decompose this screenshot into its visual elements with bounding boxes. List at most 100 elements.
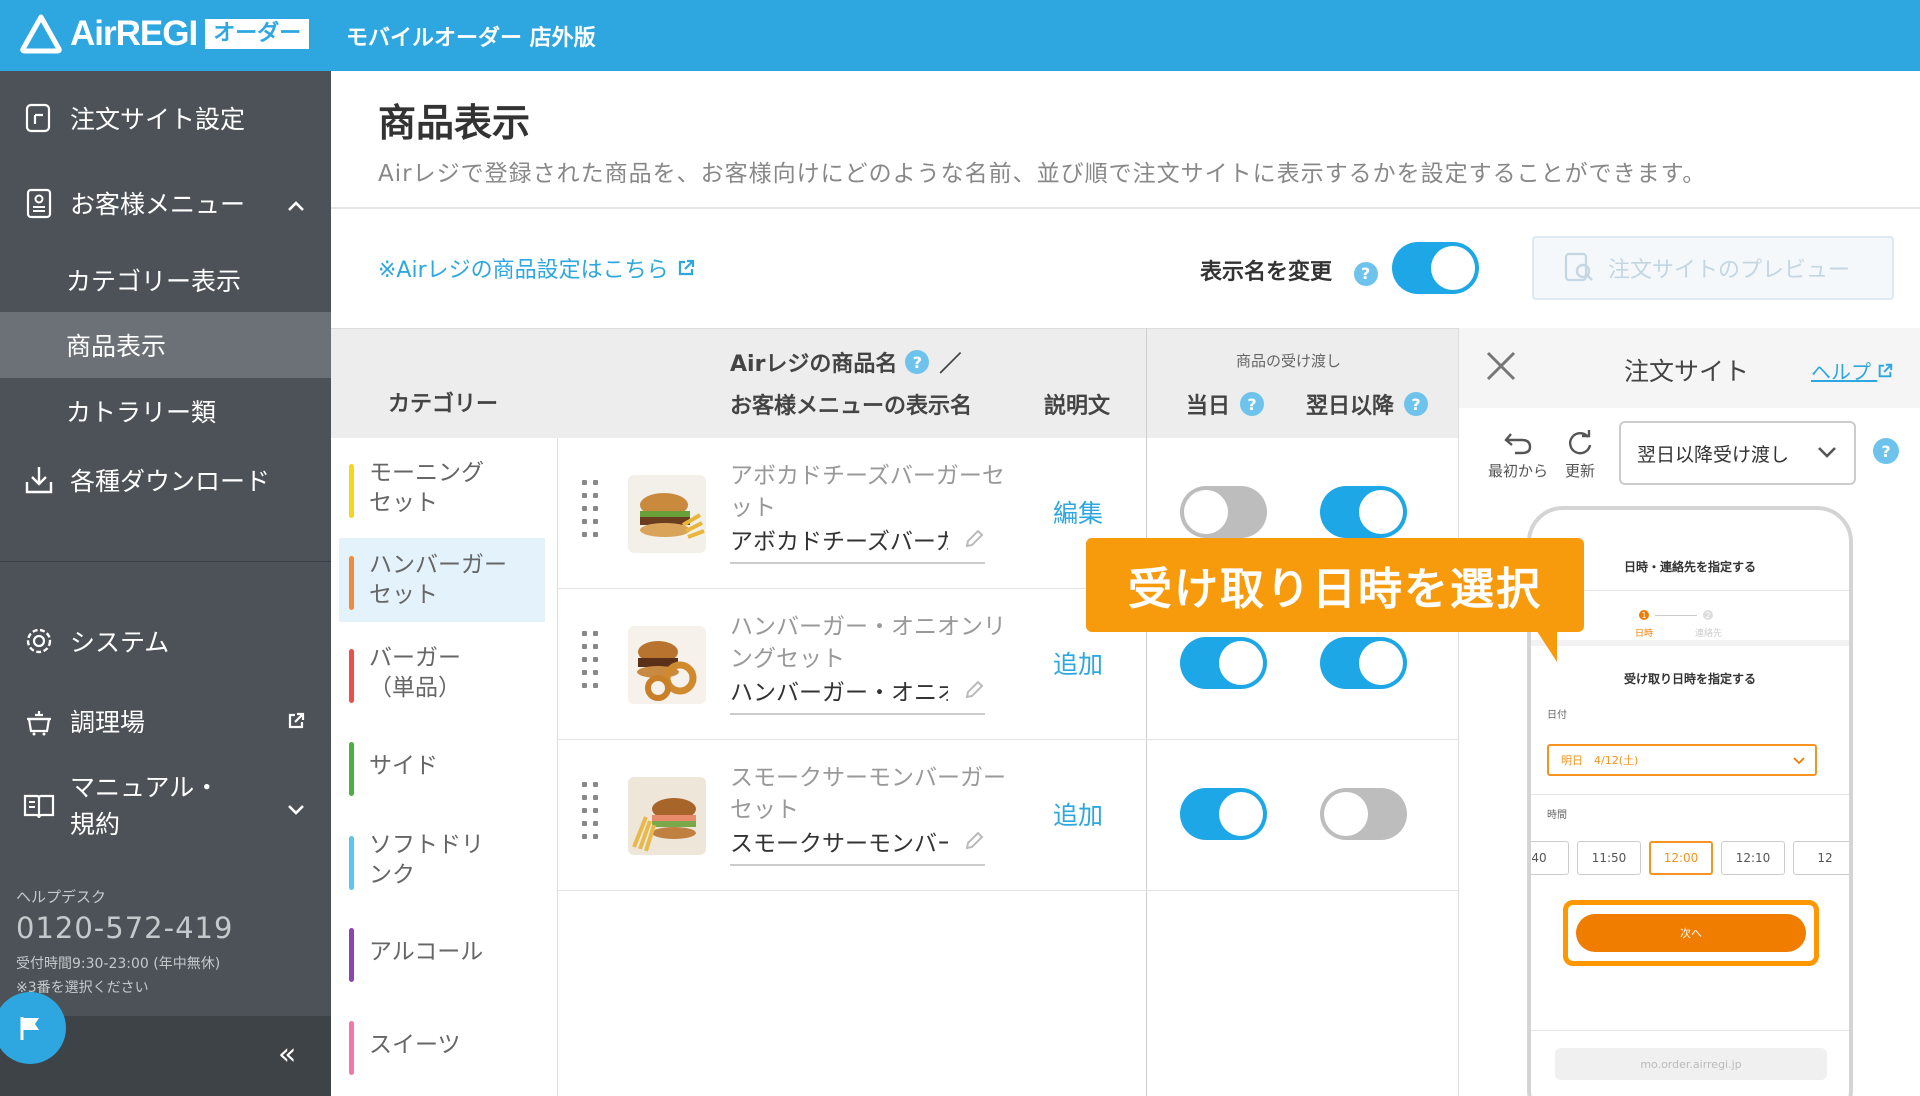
page-description: Airレジで登録された商品を、お客様向けにどのような名前、並び順で注文サイトに表… bbox=[378, 161, 1707, 187]
description-add-link[interactable]: 追加 bbox=[1053, 796, 1103, 832]
undo-icon bbox=[1504, 433, 1532, 455]
step-connector bbox=[1655, 615, 1697, 616]
rename-toggle-label: 表示名を変更 bbox=[1200, 260, 1333, 285]
display-name-value: アボカドチーズバーガーセット bbox=[730, 529, 948, 555]
sidebar-item-downloads[interactable]: 各種ダウンロード bbox=[0, 451, 331, 509]
help-question-icon[interactable]: ? bbox=[1353, 261, 1378, 286]
sidebar-divider bbox=[0, 561, 331, 562]
sidebar-item-manual[interactable]: マニュアル・ 規約 bbox=[0, 766, 331, 846]
drag-handle-icon[interactable] bbox=[582, 782, 602, 852]
sidebar-item-product-display[interactable]: 商品表示 bbox=[0, 312, 331, 378]
top-bar: AirREGI オーダー モバイルオーダー 店外版 bbox=[0, 0, 1920, 71]
drag-handle-icon[interactable] bbox=[582, 631, 602, 701]
next-day-toggle[interactable] bbox=[1320, 486, 1407, 538]
display-name-field[interactable]: ハンバーガー・オニオンリングセット bbox=[730, 673, 985, 715]
category-color-bar bbox=[349, 742, 354, 796]
next-button[interactable]: 次へ bbox=[1576, 914, 1806, 952]
menu-book-icon bbox=[22, 186, 56, 220]
order-site-preview-button[interactable]: 注文サイトのプレビュー bbox=[1532, 236, 1894, 300]
next-day-toggle[interactable] bbox=[1320, 788, 1407, 840]
time-slot[interactable]: 12 bbox=[1793, 841, 1849, 875]
category-item-alcohol[interactable]: アルコール bbox=[339, 910, 545, 994]
time-slot-selected[interactable]: 12:00 bbox=[1649, 841, 1713, 875]
next-day-toggle[interactable] bbox=[1320, 637, 1407, 689]
display-name-field[interactable]: アボカドチーズバーガーセット bbox=[730, 522, 985, 564]
category-label: モーニング セット bbox=[369, 460, 484, 516]
sidebar-item-label: 注文サイト設定 bbox=[70, 105, 246, 134]
reset-button[interactable]: 最初から bbox=[1485, 430, 1551, 481]
col-display-name: お客様メニューの表示名 bbox=[730, 394, 973, 419]
description-edit-link[interactable]: 編集 bbox=[1053, 494, 1103, 530]
airregi-product-settings-link[interactable]: ※Airレジの商品設定はこちら bbox=[378, 252, 695, 284]
airregi-product-name: ハンバーガー・オニオンリングセット bbox=[730, 614, 1006, 672]
phone-divider bbox=[1531, 794, 1849, 795]
chevron-down-icon bbox=[287, 792, 305, 821]
handover-mode-value: 翌日以降受け渡し bbox=[1637, 443, 1790, 466]
time-slot[interactable]: :40 bbox=[1531, 841, 1569, 875]
download-icon bbox=[22, 463, 56, 497]
preview-help-text: ヘルプ bbox=[1811, 360, 1871, 384]
time-slot[interactable]: 11:50 bbox=[1577, 841, 1641, 875]
help-desk-hours: 受付時間9:30-23:00 (年中無休) bbox=[16, 956, 221, 972]
preview-help-link[interactable]: ヘルプ bbox=[1811, 356, 1893, 385]
sidebar-item-system[interactable]: システム bbox=[0, 613, 331, 669]
sidebar-item-label: カテゴリー表示 bbox=[66, 267, 242, 296]
help-question-icon[interactable]: ? bbox=[1240, 392, 1265, 416]
display-name-field[interactable]: スモークサーモンバーガーセット bbox=[730, 824, 985, 866]
same-day-toggle[interactable] bbox=[1180, 788, 1267, 840]
category-label: スイーツ bbox=[369, 1032, 461, 1058]
rename-toggle[interactable] bbox=[1392, 242, 1479, 294]
time-slot[interactable]: 12:10 bbox=[1721, 841, 1785, 875]
sidebar-item-cutlery[interactable]: カトラリー類 bbox=[0, 379, 331, 443]
refresh-button[interactable]: 更新 bbox=[1555, 430, 1605, 481]
sidebar-item-label: お客様メニュー bbox=[70, 190, 246, 219]
pencil-icon[interactable] bbox=[963, 830, 985, 852]
airregi-link-text: ※Airレジの商品設定はこちら bbox=[378, 258, 669, 283]
pencil-icon[interactable] bbox=[963, 679, 985, 701]
chevron-down-icon bbox=[1793, 757, 1805, 765]
category-item-soft-drink[interactable]: ソフトドリ ンク bbox=[339, 818, 545, 902]
help-question-icon[interactable]: ? bbox=[1404, 392, 1429, 416]
collapse-sidebar-icon[interactable]: « bbox=[278, 1037, 296, 1072]
category-label: ソフトドリ ンク bbox=[369, 832, 484, 888]
same-day-toggle[interactable] bbox=[1180, 486, 1267, 538]
preview-panel-title: 注文サイト bbox=[1624, 357, 1750, 386]
pencil-icon[interactable] bbox=[963, 528, 985, 550]
next-button-highlight: 次へ bbox=[1563, 900, 1819, 966]
category-item-morning-set[interactable]: モーニング セット bbox=[339, 446, 545, 530]
help-question-icon[interactable]: ? bbox=[905, 350, 930, 374]
col-handover-group: 商品の受け渡し bbox=[1236, 352, 1342, 370]
category-item-burger-single[interactable]: バーガー （単品） bbox=[339, 631, 545, 715]
logo-text: AirREGI bbox=[70, 14, 198, 53]
description-add-link[interactable]: 追加 bbox=[1053, 645, 1103, 681]
sidebar-item-category-display[interactable]: カテゴリー表示 bbox=[0, 248, 331, 312]
category-color-bar bbox=[349, 1021, 354, 1075]
handover-mode-select[interactable]: 翌日以降受け渡し bbox=[1619, 421, 1856, 485]
same-day-toggle[interactable] bbox=[1180, 637, 1267, 689]
cooking-pot-icon bbox=[22, 704, 56, 738]
col-description: 説明文 bbox=[1044, 394, 1111, 419]
sidebar-item-label: 調理場 bbox=[70, 708, 146, 737]
sidebar-item-order-site-settings[interactable]: 注文サイト設定 bbox=[0, 91, 331, 145]
category-item-hamburger-set[interactable]: ハンバーガー セット bbox=[339, 538, 545, 622]
close-icon[interactable] bbox=[1483, 348, 1519, 391]
category-color-bar bbox=[349, 928, 354, 982]
step-2-indicator: 2 bbox=[1703, 610, 1713, 620]
sidebar-item-label: システム bbox=[70, 628, 170, 657]
category-label: アルコール bbox=[369, 939, 484, 965]
category-color-bar bbox=[349, 556, 354, 610]
preview-panel-header: 注文サイト ヘルプ bbox=[1459, 328, 1920, 408]
drag-handle-icon[interactable] bbox=[582, 480, 602, 550]
sidebar-item-kitchen[interactable]: 調理場 bbox=[0, 693, 331, 749]
external-link-icon bbox=[678, 259, 694, 276]
page-title: 商品表示 bbox=[378, 101, 531, 145]
category-item-side[interactable]: サイド bbox=[339, 724, 545, 808]
date-select[interactable]: 明日 4/12(土) bbox=[1547, 744, 1817, 776]
product-image-avocado-burger bbox=[628, 475, 706, 553]
sidebar-item-customer-menu[interactable]: お客様メニュー bbox=[0, 176, 331, 230]
category-item-sweets[interactable]: スイーツ bbox=[339, 1003, 545, 1087]
sidebar-item-label: 商品表示 bbox=[66, 332, 167, 361]
help-question-icon[interactable]: ? bbox=[1873, 438, 1899, 464]
step-2-label: 連絡先 bbox=[1695, 629, 1723, 639]
col-name-slash: ／ bbox=[939, 352, 962, 377]
